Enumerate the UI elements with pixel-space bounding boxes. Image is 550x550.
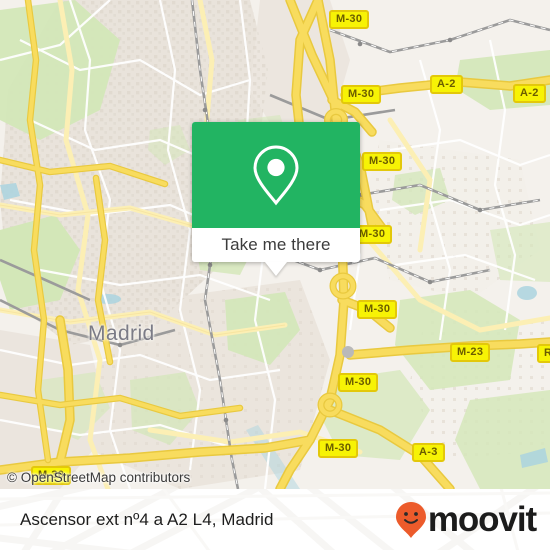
location-popup-card[interactable]: Take me there xyxy=(192,122,360,276)
road-shield: M-30 xyxy=(318,439,359,458)
popup-image-placeholder xyxy=(192,122,360,228)
moovit-wordmark: moovit xyxy=(427,500,537,539)
road-shield: R xyxy=(537,344,550,363)
road-shield: A-2 xyxy=(430,75,463,94)
moovit-smiley-pin-icon xyxy=(395,501,426,538)
road-shield: A-3 xyxy=(412,443,445,462)
road-shield: M-30 xyxy=(338,373,379,392)
road-shield: M-30 xyxy=(357,300,398,319)
osm-attribution: © OpenStreetMap contributors xyxy=(7,470,191,485)
take-me-there-button[interactable]: Take me there xyxy=(192,228,360,262)
moovit-logo[interactable]: moovit xyxy=(395,489,537,550)
road-shield: M-30 xyxy=(329,10,370,29)
road-shield: M-30 xyxy=(341,85,382,104)
road-shield: M-30 xyxy=(362,152,403,171)
city-label: Madrid xyxy=(88,322,155,345)
map-canvas[interactable]: M-30 M-30 A-2 A-2 M-30 M-30 M-30 M-23 R M-30 M-30 A… xyxy=(0,0,550,489)
map-pin-icon xyxy=(253,145,299,206)
road-shield: A-2 xyxy=(513,84,546,103)
popup-pointer-tail xyxy=(265,262,287,276)
footer-bar: Ascensor ext nº4 a A2 L4, Madrid moovit xyxy=(0,489,550,550)
road-shield: M-23 xyxy=(450,343,491,362)
place-caption: Ascensor ext nº4 a A2 L4, Madrid xyxy=(20,509,274,529)
